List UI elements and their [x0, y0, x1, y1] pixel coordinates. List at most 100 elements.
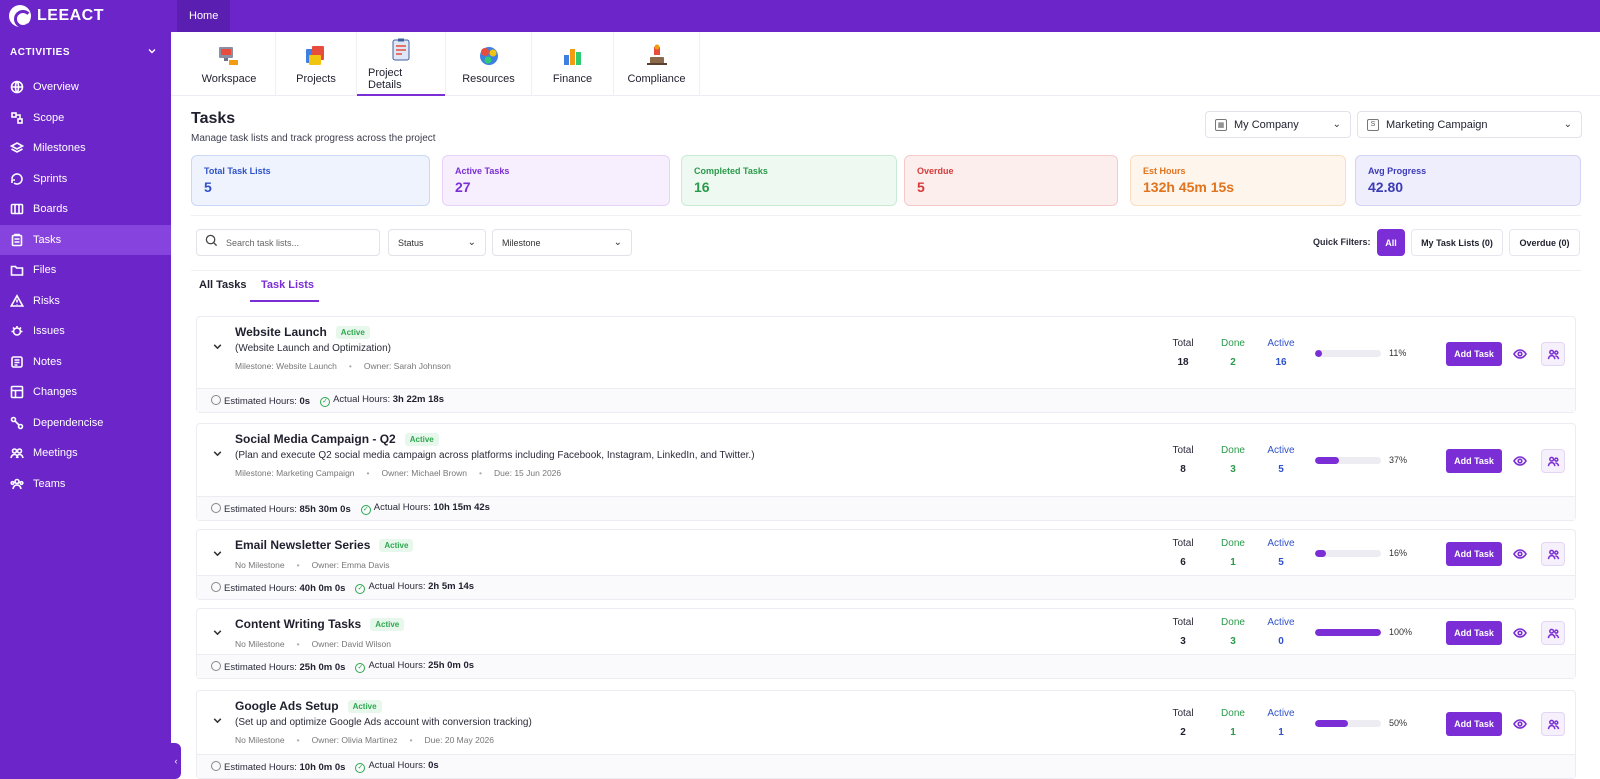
eye-icon[interactable] — [1512, 453, 1528, 469]
sidebar-item-meetings[interactable]: Meetings — [0, 438, 171, 469]
count-label: Active — [1267, 338, 1295, 349]
expand-chevron-icon[interactable] — [212, 627, 223, 641]
sidebar-item-label: Changes — [33, 386, 78, 399]
sidebar-item-changes[interactable]: Changes — [0, 377, 171, 408]
actual-hours: ✓ Actual Hours: 10h 15m 42s — [360, 502, 490, 515]
add-task-button[interactable]: Add Task — [1446, 621, 1502, 645]
status-filter-select[interactable]: Status ⌄ — [388, 229, 486, 256]
milestone-filter-select[interactable]: Milestone ⌄ — [492, 229, 632, 256]
tab-task-lists[interactable]: Task Lists — [261, 279, 314, 291]
assign-members-icon[interactable] — [1541, 621, 1565, 645]
sidebar-item-tasks[interactable]: Tasks — [0, 224, 171, 255]
board-icon — [10, 202, 24, 216]
search-input[interactable] — [226, 237, 366, 248]
task-list-title[interactable]: Social Media Campaign - Q2 Active — [235, 432, 439, 446]
sidebar-item-dependencise[interactable]: Dependencise — [0, 408, 171, 439]
sidebar-item-boards[interactable]: Boards — [0, 194, 171, 225]
sidebar-item-label: Tasks — [33, 233, 62, 246]
eye-icon[interactable] — [1512, 716, 1528, 732]
expand-chevron-icon[interactable] — [212, 548, 223, 562]
expand-chevron-icon[interactable] — [212, 448, 223, 462]
status-badge: Active — [335, 325, 370, 339]
count-label: Done — [1221, 538, 1245, 549]
count-label: Total — [1172, 708, 1194, 719]
sidebar-item-scope[interactable]: Scope — [0, 103, 171, 134]
progress-bar — [1315, 629, 1381, 636]
meta-separator: • — [296, 639, 300, 649]
tab-projects[interactable]: Projects — [276, 32, 357, 96]
chevron-down-icon: ⌄ — [467, 237, 476, 248]
warning-icon — [10, 293, 24, 308]
eye-icon[interactable] — [1512, 346, 1528, 362]
company-select[interactable]: ▦ My Company ⌄ — [1205, 111, 1351, 138]
meta-item: No Milestone — [235, 560, 285, 570]
project-select[interactable]: S Marketing Campaign ⌄ — [1357, 111, 1582, 138]
status-badge: Active — [370, 617, 405, 631]
count-done: Done 3 — [1213, 617, 1253, 647]
count-value: 18 — [1177, 357, 1189, 368]
sidebar-item-label: Dependencise — [33, 416, 104, 429]
tab-resources[interactable]: Resources — [446, 32, 532, 96]
tab-home[interactable]: Home — [177, 0, 231, 32]
sidebar-item-overview[interactable]: Overview — [0, 72, 171, 103]
add-task-button[interactable]: Add Task — [1446, 542, 1502, 566]
add-task-button[interactable]: Add Task — [1446, 342, 1502, 366]
sidebar-item-notes[interactable]: Notes — [0, 347, 171, 378]
tab-all-tasks[interactable]: All Tasks — [199, 279, 247, 291]
estimated-hours-value: 85h 30m 0s — [299, 503, 351, 515]
building-icon: ▦ — [1215, 118, 1227, 131]
task-list-title[interactable]: Google Ads Setup Active — [235, 699, 382, 713]
sidebar-item-label: Teams — [33, 477, 66, 490]
sidebar-collapse-button[interactable]: ‹ — [171, 743, 181, 779]
stat-value: 5 — [204, 179, 212, 195]
sidebar-item-issues[interactable]: Issues — [0, 316, 171, 347]
progress-percent: 100% — [1389, 627, 1413, 637]
logo[interactable]: LEEACT — [0, 0, 171, 32]
expand-chevron-icon[interactable] — [212, 715, 223, 729]
tab-compliance[interactable]: Compliance — [614, 32, 700, 96]
count-done: Done 1 — [1213, 538, 1253, 568]
assign-members-icon[interactable] — [1541, 449, 1565, 473]
clock-icon — [211, 502, 221, 513]
count-value: 1 — [1278, 727, 1284, 738]
tab-project-details[interactable]: Project Details — [357, 32, 446, 96]
add-task-button[interactable]: Add Task — [1446, 449, 1502, 473]
page-subtitle: Manage task lists and track progress acr… — [191, 133, 436, 144]
search-icon — [205, 234, 218, 252]
assign-members-icon[interactable] — [1541, 712, 1565, 736]
assign-members-icon[interactable] — [1541, 542, 1565, 566]
task-list-title[interactable]: Website Launch Active — [235, 325, 370, 339]
quick-filter-all[interactable]: All — [1377, 229, 1405, 256]
stat-label: Total Task Lists — [204, 166, 271, 176]
add-task-button[interactable]: Add Task — [1446, 712, 1502, 736]
sidebar-item-risks[interactable]: Risks — [0, 286, 171, 317]
sidebar-item-milestones[interactable]: Milestones — [0, 133, 171, 164]
quick-filter-my-task-lists[interactable]: My Task Lists (0) — [1411, 229, 1503, 256]
task-list-title[interactable]: Email Newsletter Series Active — [235, 538, 414, 552]
sidebar-item-label: Issues — [33, 325, 65, 338]
progress-bar — [1315, 350, 1381, 357]
tab-workspace[interactable]: Workspace — [183, 32, 276, 96]
task-list-hours: Estimated Hours: 40h 0m 0s ✓ Actual Hours:… — [197, 575, 1575, 599]
tab-finance[interactable]: Finance — [532, 32, 614, 96]
count-value: 0 — [1278, 636, 1284, 647]
task-list-title[interactable]: Content Writing Tasks Active — [235, 617, 405, 631]
chevron-down-icon: ⌄ — [1563, 119, 1572, 130]
check-circle-icon: ✓ — [320, 397, 331, 407]
quick-filter-overdue[interactable]: Overdue (0) — [1509, 229, 1580, 256]
count-active: Active 1 — [1261, 708, 1301, 738]
meta-item: No Milestone — [235, 639, 285, 649]
sidebar-item-teams[interactable]: Teams — [0, 469, 171, 500]
estimated-hours-value: 40h 0m 0s — [299, 582, 346, 594]
sidebar-item-sprints[interactable]: Sprints — [0, 164, 171, 195]
eye-icon[interactable] — [1512, 625, 1528, 641]
layers-icon — [10, 141, 24, 155]
sidebar-item-files[interactable]: Files — [0, 255, 171, 286]
stat-card-est-hours: Est Hours 132h 45m 15s — [1130, 155, 1346, 206]
assign-members-icon[interactable] — [1541, 342, 1565, 366]
module-tab-label: Resources — [462, 73, 515, 85]
activities-section-toggle[interactable]: ACTIVITIES — [0, 32, 171, 72]
expand-chevron-icon[interactable] — [212, 341, 223, 355]
search-field[interactable] — [196, 229, 380, 256]
eye-icon[interactable] — [1512, 546, 1528, 562]
